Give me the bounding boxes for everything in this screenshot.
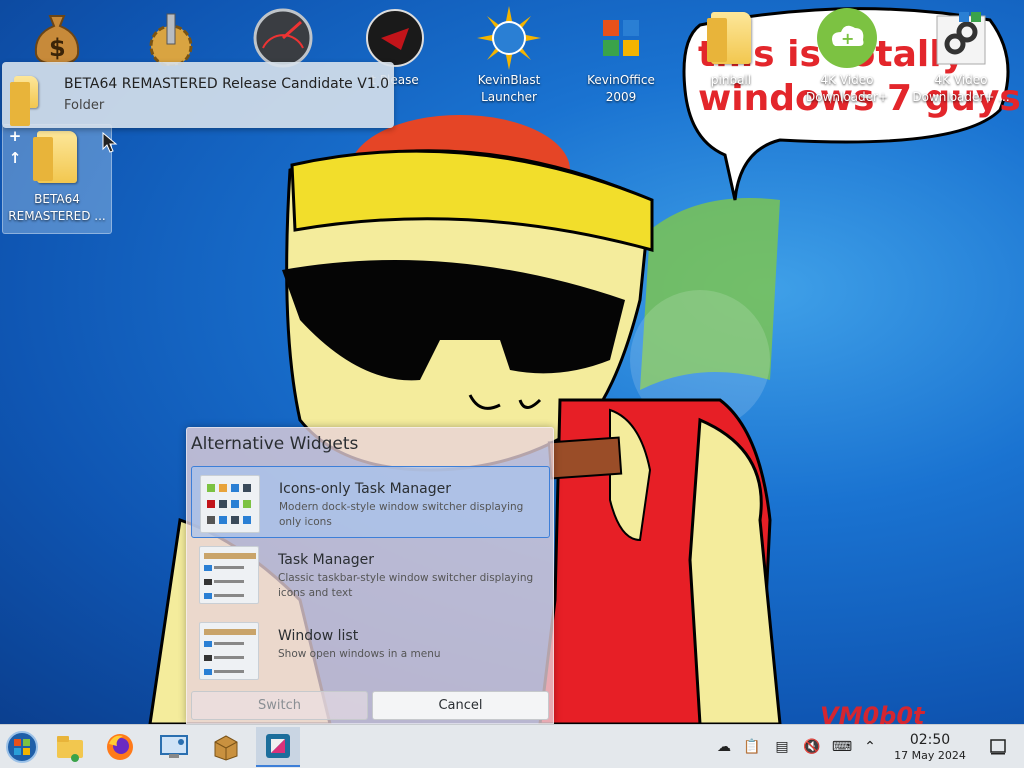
taskbar: ☁ 📋 ▤ 🔇 ⌨ ⌃ 02:50 17 May 2024	[0, 724, 1024, 768]
clock-time[interactable]: 02:50	[890, 732, 970, 748]
widget-preview-thumbnail	[200, 475, 260, 533]
tooltip-subtitle: Folder	[64, 98, 105, 113]
cancel-button[interactable]: Cancel	[372, 691, 549, 720]
tooltip-title: BETA64 REMASTERED Release Candidate V1.0	[64, 76, 390, 92]
widget-name: Task Manager	[278, 552, 375, 568]
taskbar-file-manager[interactable]	[48, 727, 92, 767]
open-folder-arrow-icon[interactable]: ↑	[7, 150, 23, 166]
widget-description: Modern dock-style window switcher displa…	[279, 501, 524, 528]
start-button[interactable]	[0, 727, 44, 767]
desktop-icon-4k-downloader[interactable]: + 4K Video Downloader+	[792, 6, 902, 116]
desktop-icon-label: 4K Video Downloader+	[805, 73, 889, 104]
widget-name: Icons-only Task Manager	[279, 481, 451, 497]
firefox-icon	[107, 734, 133, 760]
keyboard-layout-icon[interactable]: ⌨	[832, 737, 852, 757]
desktop-icon-4k-shortcut[interactable]: 4K Video Downloader+ ...	[906, 6, 1016, 116]
widget-option-task-manager[interactable]: Task Manager Classic taskbar-style windo…	[191, 538, 550, 610]
widget-name: Window list	[278, 628, 359, 644]
widget-preview-thumbnail	[199, 622, 259, 680]
show-desktop-icon[interactable]	[988, 737, 1008, 757]
folder-icon	[10, 76, 40, 126]
taskbar-archive[interactable]	[204, 727, 248, 767]
widget-option-icons-only-task-manager[interactable]: Icons-only Task Manager Modern dock-styl…	[191, 466, 550, 538]
alternative-widgets-dialog: Alternative Widgets Icons-only Task Mana…	[186, 427, 554, 724]
office-icon	[589, 6, 653, 70]
taskbar-control-panel[interactable]	[152, 727, 196, 767]
gear-icon	[139, 6, 203, 70]
clipboard-icon[interactable]: 📋	[742, 737, 762, 757]
svg-text:+: +	[841, 29, 854, 48]
chevron-up-icon[interactable]: ⌃	[860, 737, 880, 757]
wallpaper-signature: VM0b0t	[820, 702, 926, 724]
desktop[interactable]: this is totally windows 7 guys VM0b0t $ …	[0, 0, 1024, 724]
clock-date[interactable]: 17 May 2024	[885, 749, 975, 762]
desktop-icon-label: pinball	[710, 73, 752, 87]
control-panel-icon	[160, 735, 188, 758]
money-bag-icon: $	[25, 6, 89, 70]
svg-text:$: $	[49, 34, 66, 62]
archive-box-icon	[214, 735, 238, 761]
desktop-tooltip: BETA64 REMASTERED Release Candidate V1.0…	[2, 62, 394, 128]
file-manager-icon	[57, 736, 83, 762]
widget-option-window-list[interactable]: Window list Show open windows in a menu	[191, 614, 550, 686]
volume-muted-icon[interactable]: 🔇	[802, 737, 822, 757]
folder-icon	[699, 6, 763, 70]
taskbar-firefox[interactable]	[98, 727, 142, 767]
folder-icon	[25, 125, 89, 189]
cloud-download-icon[interactable]: ☁	[714, 737, 734, 757]
start-orb-icon	[6, 731, 38, 763]
mouse-cursor-icon	[102, 132, 118, 153]
sun-globe-icon	[477, 6, 541, 70]
kde-store-icon	[266, 734, 290, 758]
shortcut-link-icon	[929, 6, 993, 70]
dialog-title: Alternative Widgets	[191, 434, 359, 454]
desktop-icon-pinball[interactable]: pinball	[676, 6, 786, 116]
download-cloud-icon: +	[815, 6, 879, 70]
widget-description: Classic taskbar-style window switcher di…	[278, 572, 534, 599]
notes-icon[interactable]: ▤	[772, 737, 792, 757]
widget-preview-thumbnail	[199, 546, 259, 604]
desktop-icon-label: KevinOffice 2009	[587, 73, 655, 104]
taskbar-kde-store[interactable]	[256, 727, 300, 767]
desktop-icon-label: 4K Video Downloader+ ...	[912, 73, 1010, 104]
desktop-icon-label: BETA64 REMASTERED ...	[8, 192, 106, 223]
desktop-icon-kevinblast[interactable]: KevinBlast Launcher	[454, 6, 564, 116]
switch-button[interactable]: Switch	[191, 691, 368, 720]
widget-description: Show open windows in a menu	[278, 648, 441, 660]
add-to-selection-icon[interactable]: +	[7, 128, 23, 144]
speedometer-icon	[251, 6, 315, 70]
desktop-icon-label: KevinBlast Launcher	[477, 73, 541, 104]
desktop-icon-kevinoffice[interactable]: KevinOffice 2009	[566, 6, 676, 116]
red-orb-icon	[363, 6, 427, 70]
